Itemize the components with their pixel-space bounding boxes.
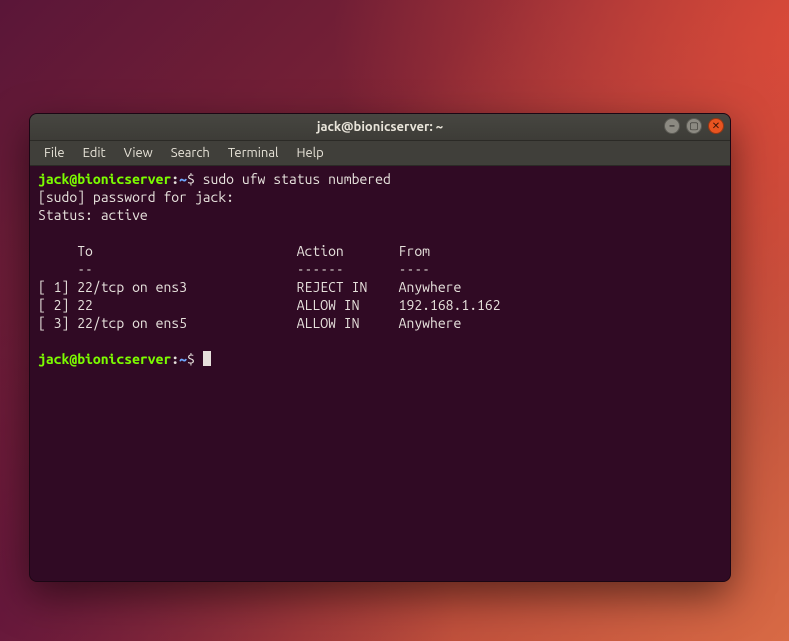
menu-help[interactable]: Help [288,144,331,162]
minimize-button[interactable]: – [664,118,680,134]
menu-search[interactable]: Search [163,144,218,162]
close-icon: ✕ [712,121,720,131]
menu-terminal[interactable]: Terminal [220,144,287,162]
menubar: File Edit View Search Terminal Help [30,141,730,166]
minimize-icon: – [670,121,675,131]
menu-file[interactable]: File [36,144,73,162]
maximize-icon: ▢ [689,121,698,131]
terminal-body[interactable]: jack@bionicserver:~$ sudo ufw status num… [30,166,730,582]
window-controls: – ▢ ✕ [664,118,724,134]
terminal-window: jack@bionicserver: ~ – ▢ ✕ File Edit Vie… [29,113,731,582]
menu-view[interactable]: View [116,144,161,162]
close-button[interactable]: ✕ [708,118,724,134]
menu-edit[interactable]: Edit [75,144,114,162]
window-titlebar[interactable]: jack@bionicserver: ~ – ▢ ✕ [30,114,730,141]
desktop-background: jack@bionicserver: ~ – ▢ ✕ File Edit Vie… [0,0,789,641]
maximize-button[interactable]: ▢ [686,118,702,134]
window-title: jack@bionicserver: ~ [317,120,443,134]
